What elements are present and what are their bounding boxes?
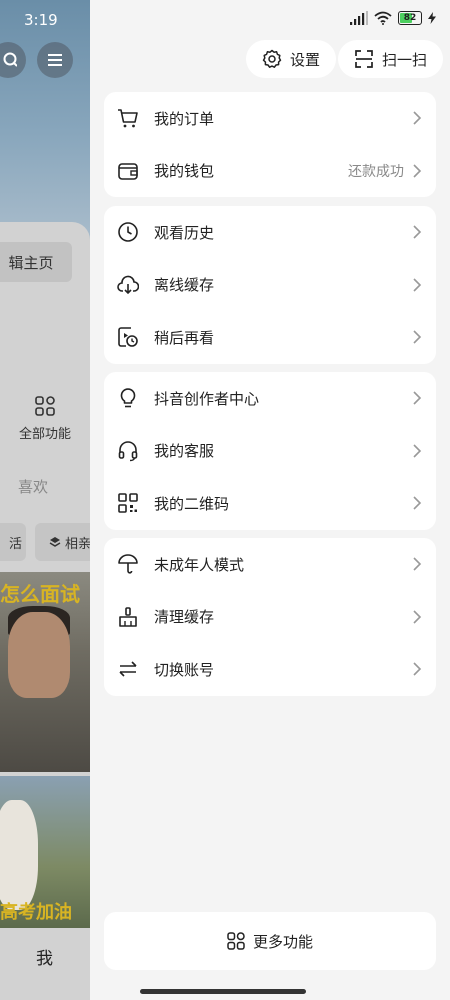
all-functions-entry: 全部功能 — [10, 395, 80, 442]
menu-item-label: 我的客服 — [154, 442, 215, 461]
headset-icon — [116, 439, 140, 463]
menu-item-watch-history[interactable]: 观看历史 — [104, 206, 436, 259]
menu-item-offline-cache[interactable]: 离线缓存 — [104, 259, 436, 312]
video-caption: 怎么面试 — [0, 582, 80, 606]
menu-item-label: 我的二维码 — [154, 494, 230, 513]
chevron-right-icon — [413, 225, 422, 239]
background-profile-page[interactable]: 3:19 辑主页 全部功能 喜欢 活 相亲 怎么面试 高考加油 我 — [0, 0, 90, 1000]
menu-item-watch-later[interactable]: 稍后再看 — [104, 311, 436, 364]
menu-item-label: 未成年人模式 — [154, 555, 245, 574]
menu-group-history: 观看历史 离线缓存 稍后再看 — [104, 206, 436, 364]
chevron-right-icon — [413, 278, 422, 292]
more-functions-button[interactable]: 更多功能 — [104, 912, 436, 970]
scan-label: 扫一扫 — [382, 50, 428, 69]
wallet-icon — [116, 159, 140, 183]
menu-item-my-wallet[interactable]: 我的钱包 还款成功 — [104, 145, 436, 198]
tag-chip: 相亲 — [35, 523, 90, 561]
grid-icon — [227, 932, 245, 950]
switch-icon — [116, 657, 140, 681]
menu-icon — [37, 42, 73, 78]
menu-item-customer-service[interactable]: 我的客服 — [104, 425, 436, 478]
menu-item-my-qrcode[interactable]: 我的二维码 — [104, 477, 436, 530]
menu-group-system: 未成年人模式 清理缓存 切换账号 — [104, 538, 436, 696]
settings-label: 设置 — [290, 50, 321, 69]
cart-icon — [116, 106, 140, 130]
scan-button[interactable]: 扫一扫 — [338, 40, 444, 78]
layers-icon — [49, 537, 61, 547]
grid-icon — [35, 396, 55, 416]
status-bar: 82 — [350, 11, 436, 25]
chevron-right-icon — [413, 444, 422, 458]
menu-item-creator-center[interactable]: 抖音创作者中心 — [104, 372, 436, 425]
chevron-right-icon — [413, 610, 422, 624]
menu-item-my-orders[interactable]: 我的订单 — [104, 92, 436, 145]
chevron-right-icon — [413, 111, 422, 125]
tag-chip: 活 — [0, 523, 26, 561]
chevron-right-icon — [413, 662, 422, 676]
menu-item-label: 我的订单 — [154, 109, 215, 128]
signal-icon — [350, 11, 368, 25]
gear-icon — [262, 49, 282, 68]
chevron-right-icon — [413, 496, 422, 510]
menu-item-clear-cache[interactable]: 清理缓存 — [104, 591, 436, 644]
chevron-right-icon — [413, 391, 422, 405]
home-indicator[interactable] — [140, 989, 306, 994]
qrcode-icon — [116, 491, 140, 515]
broom-icon — [116, 605, 140, 629]
menu-item-label: 我的钱包 — [154, 162, 215, 181]
video-person-face — [8, 612, 70, 698]
menu-item-switch-account[interactable]: 切换账号 — [104, 643, 436, 696]
cloud-download-icon — [116, 273, 140, 297]
profile-cover — [0, 0, 90, 240]
menu-item-label: 观看历史 — [154, 223, 215, 242]
chevron-right-icon — [413, 164, 422, 178]
umbrella-icon — [116, 552, 140, 576]
wallet-status: 还款成功 — [348, 163, 404, 180]
menu-item-label: 切换账号 — [154, 660, 215, 679]
status-time: 3:19 — [24, 11, 58, 29]
menu-item-minor-mode[interactable]: 未成年人模式 — [104, 538, 436, 591]
chevron-right-icon — [413, 557, 422, 571]
menu-item-label: 抖音创作者中心 — [154, 389, 260, 408]
menu-item-label: 离线缓存 — [154, 276, 215, 295]
charging-icon — [428, 12, 436, 24]
menu-item-label: 清理缓存 — [154, 608, 215, 627]
menu-group-creator: 抖音创作者中心 我的客服 我的二维码 — [104, 372, 436, 530]
menu-item-label: 稍后再看 — [154, 328, 215, 347]
menu-group-orders: 我的订单 我的钱包 还款成功 — [104, 92, 436, 197]
chevron-right-icon — [413, 330, 422, 344]
scan-icon — [355, 50, 373, 68]
nav-me: 我 — [36, 949, 53, 969]
lightbulb-icon — [116, 386, 140, 410]
more-functions-label: 更多功能 — [252, 932, 313, 951]
watch-later-icon — [116, 325, 140, 349]
settings-button[interactable]: 设置 — [246, 40, 337, 78]
video-caption: 高考加油 — [0, 902, 72, 923]
likes-tab: 喜欢 — [18, 478, 49, 496]
edit-profile-button: 辑主页 — [0, 242, 72, 282]
wifi-icon — [374, 11, 392, 25]
clock-icon — [116, 220, 140, 244]
video-person — [0, 800, 38, 910]
side-drawer: 82 设置 扫一扫 我的订单 我的钱包 还款成功 观看历史 离线缓存 稍后再看 … — [90, 0, 450, 1000]
battery-icon: 82 — [398, 11, 422, 25]
